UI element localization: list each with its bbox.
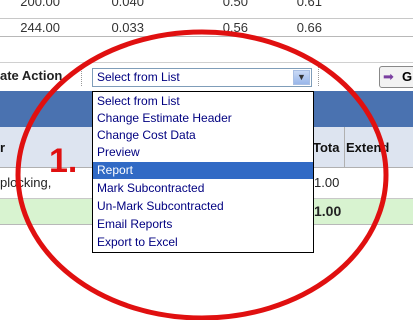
red-ellipse-mark	[15, 29, 389, 320]
annotation-circle	[15, 29, 389, 320]
